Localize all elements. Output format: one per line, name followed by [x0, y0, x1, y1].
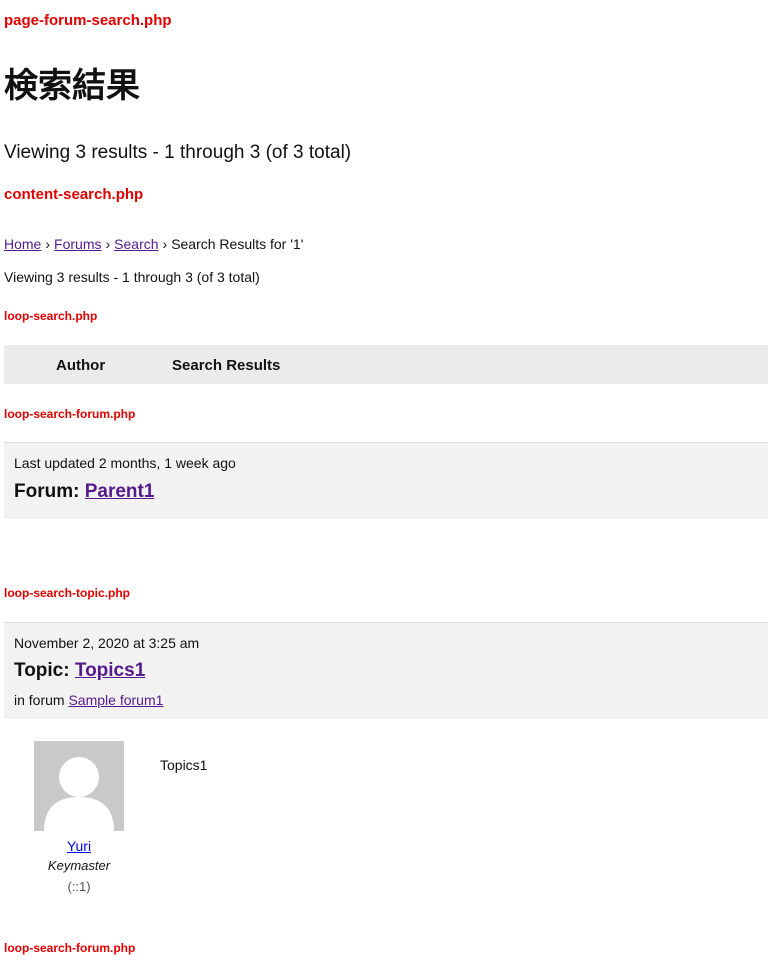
results-summary-large: Viewing 3 results - 1 through 3 (of 3 to…	[4, 142, 352, 163]
template-label-loop-topic: loop-search-topic.php	[4, 586, 130, 600]
breadcrumb-separator: ›	[105, 236, 111, 252]
topic-forum-link[interactable]: Sample forum1	[68, 692, 163, 708]
breadcrumb-separator: ›	[45, 236, 51, 252]
topic-title-prefix: Topic:	[14, 660, 70, 681]
page-title: 検索結果	[4, 66, 140, 106]
breadcrumb-home-link[interactable]: Home	[4, 236, 41, 252]
topic-title-link[interactable]: Topics1	[75, 660, 145, 681]
author-ip: (::1)	[67, 879, 91, 894]
forum-result-title: Forum: Parent1	[14, 481, 154, 503]
results-summary: Viewing 3 results - 1 through 3 (of 3 to…	[4, 269, 260, 285]
results-table-header: Author Search Results	[4, 345, 768, 384]
topic-date: November 2, 2020 at 3:25 am	[14, 635, 200, 651]
author-role: Keymaster	[47, 858, 111, 873]
forum-title-link[interactable]: Parent1	[85, 481, 155, 502]
breadcrumb: Home › Forums › Search › Search Results for '1…	[4, 236, 303, 252]
template-label-page: page-forum-search.php	[4, 12, 172, 29]
author-name: Yuri	[34, 838, 124, 854]
template-label-loop-forum: loop-search-forum.php	[4, 941, 136, 955]
default-user-avatar-icon[interactable]	[34, 741, 124, 831]
breadcrumb-forums-link[interactable]: Forums	[54, 236, 101, 252]
author-name-link[interactable]: Yuri	[67, 838, 91, 854]
avatar-silhouette	[34, 741, 124, 831]
column-header-search-results: Search Results	[172, 357, 281, 374]
template-label-loop: loop-search.php	[4, 309, 98, 323]
topic-result-title: Topic: Topics1	[14, 660, 145, 682]
template-label-loop-forum: loop-search-forum.php	[4, 407, 136, 421]
in-forum-prefix: in forum	[14, 692, 65, 708]
topic-in-forum: in forum Sample forum1	[14, 692, 163, 708]
column-header-author: Author	[56, 357, 106, 374]
breadcrumb-separator: ›	[162, 236, 168, 252]
forum-title-prefix: Forum:	[14, 481, 80, 502]
breadcrumb-search-link[interactable]: Search	[114, 236, 158, 252]
topic-result-header: November 2, 2020 at 3:25 am Topic: Topic…	[4, 622, 768, 719]
forum-result-header: Last updated 2 months, 1 week ago Forum:…	[4, 442, 768, 519]
topic-content: Topics1	[160, 757, 208, 773]
forum-last-updated: Last updated 2 months, 1 week ago	[14, 455, 236, 471]
template-label-content: content-search.php	[4, 186, 144, 203]
breadcrumb-current: Search Results for '1'	[171, 236, 304, 252]
